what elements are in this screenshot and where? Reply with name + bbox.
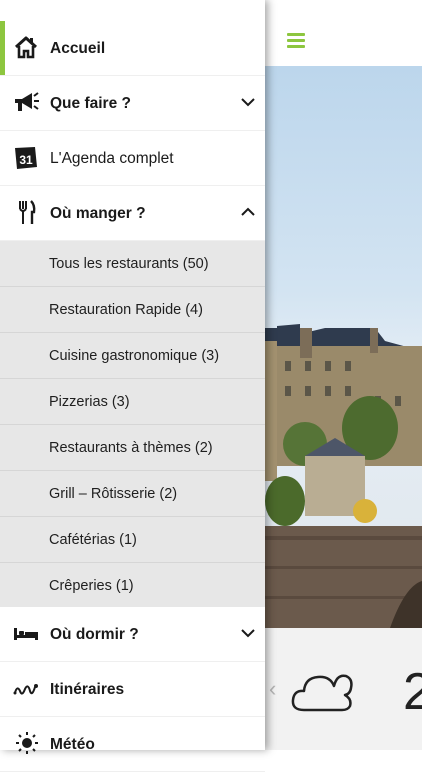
menu-item-accueil[interactable]: Accueil: [0, 21, 265, 76]
app-header: [265, 0, 422, 67]
menu-item-ou-dormir[interactable]: Où dormir ?: [0, 607, 265, 662]
main-screen: ‹ 2: [265, 0, 422, 750]
menu-item-label: Météo: [50, 736, 95, 753]
submenu-item-label: Tous les restaurants (50): [49, 256, 209, 272]
submenu-item-label: Restauration Rapide (4): [49, 302, 203, 318]
chevron-left-icon[interactable]: ‹: [269, 676, 276, 702]
menu-item-que-faire[interactable]: Que faire ?: [0, 76, 265, 131]
submenu-item-label: Grill – Rôtisserie (2): [49, 486, 178, 502]
temperature-value: 2: [403, 663, 422, 721]
chevron-down-icon[interactable]: [241, 626, 255, 640]
submenu-item[interactable]: Cafétérias (1): [0, 517, 265, 563]
menu-item-ou-manger[interactable]: Où manger ?: [0, 186, 265, 241]
sun-icon: [16, 732, 38, 754]
fork-knife-icon: [19, 200, 36, 224]
submenu-item-label: Restaurants à thèmes (2): [49, 440, 213, 456]
submenu-item[interactable]: Cuisine gastronomique (3): [0, 333, 265, 379]
hamburger-menu-icon[interactable]: [287, 33, 305, 49]
submenu-item[interactable]: Crêperies (1): [0, 563, 265, 609]
hero-image: [265, 66, 422, 628]
castle-photo: [265, 324, 422, 628]
bed-icon: [14, 628, 38, 640]
navigation-drawer: Accueil Que faire ? 31 L'Agenda complet …: [0, 0, 265, 772]
cloud-icon: [291, 674, 353, 712]
submenu-item[interactable]: Restaurants à thèmes (2): [0, 425, 265, 471]
submenu-item-label: Crêperies (1): [49, 578, 134, 594]
menu-item-agenda[interactable]: 31 L'Agenda complet: [0, 131, 265, 186]
submenu-item[interactable]: Tous les restaurants (50): [0, 241, 265, 287]
chevron-down-icon[interactable]: [241, 95, 255, 109]
chevron-up-icon[interactable]: [241, 205, 255, 219]
menu-item-label: Où manger ?: [50, 205, 146, 222]
submenu-item-label: Cafétérias (1): [49, 532, 137, 548]
menu-item-label: Que faire ?: [50, 95, 131, 112]
submenu-item[interactable]: Restauration Rapide (4): [0, 287, 265, 333]
menu-item-label: Accueil: [50, 40, 106, 57]
submenu-item[interactable]: Pizzerias (3): [0, 379, 265, 425]
menu-item-label: Itinéraires: [50, 681, 125, 698]
menu-item-label: Où dormir ?: [50, 626, 139, 643]
route-icon: [13, 684, 38, 695]
submenu-item-label: Cuisine gastronomique (3): [49, 348, 220, 364]
menu-item-itineraires[interactable]: Itinéraires: [0, 662, 265, 717]
menu-item-meteo[interactable]: Météo: [0, 717, 265, 772]
submenu-ou-manger: Tous les restaurants (50) Restauration R…: [0, 241, 265, 607]
megaphone-icon: [15, 92, 39, 111]
submenu-item[interactable]: Grill – Rôtisserie (2): [0, 471, 265, 517]
weather-widget: ‹ 2: [265, 628, 422, 750]
calendar-badge: 31: [19, 153, 33, 167]
submenu-item-label: Pizzerias (3): [49, 394, 130, 410]
menu-item-label: L'Agenda complet: [50, 150, 174, 167]
home-icon: [14, 36, 38, 59]
calendar-icon: 31: [15, 147, 37, 169]
